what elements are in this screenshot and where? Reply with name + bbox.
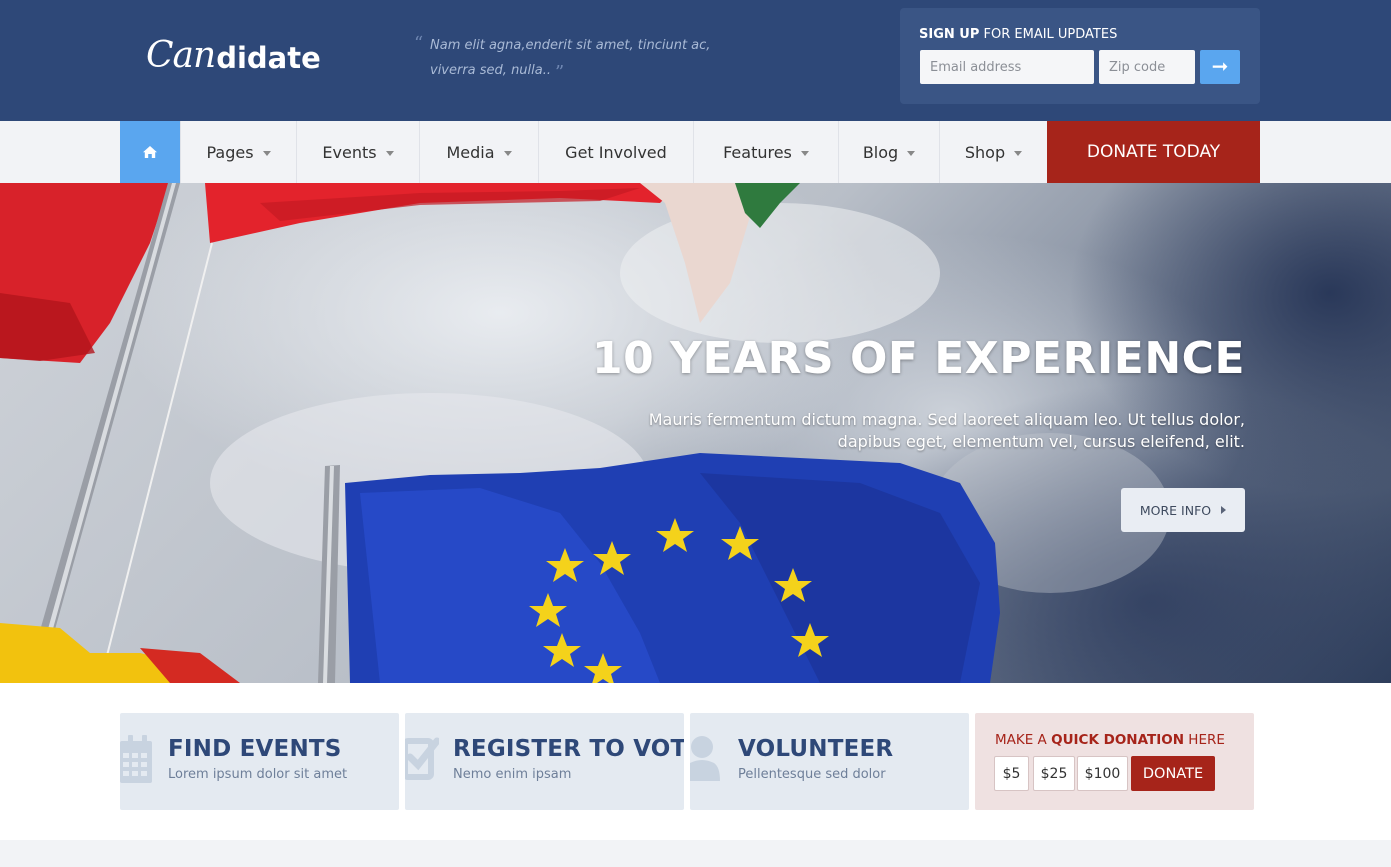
donate-today-button[interactable]: DONATE TODAY — [1047, 121, 1260, 183]
checkbox-icon — [405, 737, 439, 780]
volunteer-box[interactable]: VOLUNTEER Pellentesque sed dolor — [690, 713, 969, 810]
nav-item-blog[interactable]: Blog — [838, 121, 939, 183]
quote-close-icon: ” — [555, 62, 565, 83]
signup-submit-button[interactable]: ➞ — [1200, 50, 1240, 84]
register-to-vote-box[interactable]: REGISTER TO VOTE Nemo enim ipsam — [405, 713, 684, 810]
nav-item-pages[interactable]: Pages — [180, 121, 296, 183]
logo-bold-text: didate — [216, 41, 321, 75]
donation-amount-25[interactable]: $25 — [1033, 756, 1075, 791]
register-to-vote-title: REGISTER TO VOTE — [453, 736, 684, 762]
header-quote: “ Nam elit agna,enderit sit amet, tinciu… — [414, 33, 714, 83]
more-info-button[interactable]: MORE INFO — [1121, 488, 1245, 532]
nav-item-shop[interactable]: Shop — [939, 121, 1047, 183]
user-icon — [690, 736, 720, 781]
hero-title: 10 YEARS OF EXPERIENCE — [592, 333, 1245, 384]
chevron-down-icon — [1014, 150, 1023, 156]
donate-button[interactable]: DONATE — [1131, 756, 1215, 791]
chevron-down-icon — [385, 150, 394, 156]
volunteer-title: VOLUNTEER — [738, 736, 894, 762]
nav-item-get-involved[interactable]: Get Involved — [538, 121, 693, 183]
hero-banner: 10 YEARS OF EXPERIENCE Mauris fermentum … — [0, 183, 1391, 683]
main-navigation: Pages Events Media Get Involved Features… — [0, 121, 1391, 183]
chevron-down-icon — [262, 150, 271, 156]
chevron-down-icon — [907, 150, 916, 156]
zip-code-input[interactable] — [1099, 50, 1195, 84]
quick-donation-box: MAKE A QUICK DONATION HERE $5 $25 $100 D… — [975, 713, 1254, 810]
donation-amount-5[interactable]: $5 — [994, 756, 1029, 791]
register-to-vote-subtitle: Nemo enim ipsam — [453, 767, 572, 782]
donation-amount-100[interactable]: $100 — [1077, 756, 1128, 791]
calendar-icon — [120, 735, 152, 783]
site-logo[interactable]: Can didate — [146, 30, 321, 80]
hero-description: Mauris fermentum dictum magna. Sed laore… — [648, 410, 1245, 451]
chevron-down-icon — [503, 150, 512, 156]
find-events-box[interactable]: FIND EVENTS Lorem ipsum dolor sit amet — [120, 713, 399, 810]
quote-text: Nam elit agna,enderit sit amet, tinciunt… — [430, 38, 711, 78]
nav-item-features[interactable]: Features — [693, 121, 838, 183]
arrow-right-icon: ➞ — [1211, 54, 1229, 78]
home-icon — [143, 146, 157, 158]
quote-open-icon: “ — [414, 33, 424, 54]
signup-title: SIGN UP FOR EMAIL UPDATES — [919, 27, 1118, 42]
volunteer-subtitle: Pellentesque sed dolor — [738, 767, 886, 782]
find-events-title: FIND EVENTS — [168, 736, 342, 762]
footer-strip — [0, 840, 1391, 867]
chevron-right-icon — [1221, 506, 1227, 514]
more-info-label: MORE INFO — [1139, 502, 1212, 518]
nav-item-media[interactable]: Media — [419, 121, 538, 183]
nav-item-events[interactable]: Events — [296, 121, 419, 183]
chevron-down-icon — [800, 150, 809, 156]
email-address-input[interactable] — [920, 50, 1094, 84]
nav-home-button[interactable] — [120, 121, 180, 183]
quick-donation-heading: MAKE A QUICK DONATION HERE — [995, 732, 1225, 748]
site-header: Can didate “ Nam elit agna,enderit sit am… — [0, 0, 1391, 121]
logo-script-text: Can — [146, 35, 216, 76]
find-events-subtitle: Lorem ipsum dolor sit amet — [168, 767, 348, 782]
email-signup-panel: SIGN UP FOR EMAIL UPDATES ➞ — [900, 8, 1260, 104]
